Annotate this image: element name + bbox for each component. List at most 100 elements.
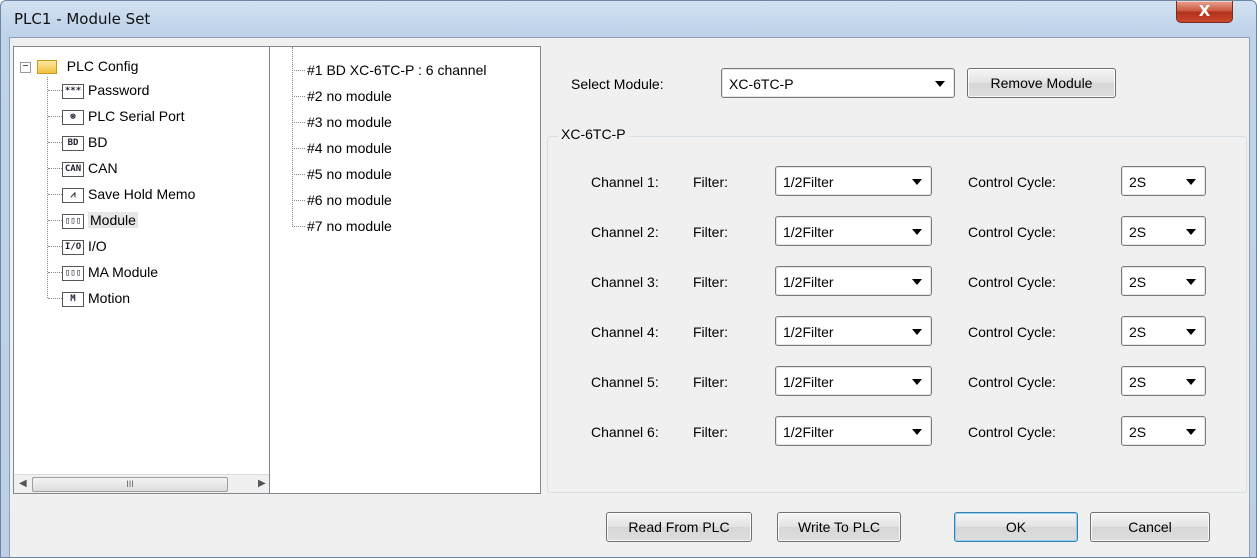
- filter-value: 1/2Filter: [783, 374, 834, 390]
- tree-connector: [292, 174, 305, 175]
- filter-dropdown[interactable]: 1/2Filter: [775, 316, 932, 346]
- chevron-down-icon: [1186, 229, 1196, 235]
- tree-connector: [292, 200, 305, 201]
- tree-connector: [47, 77, 48, 298]
- chevron-down-icon: [912, 179, 922, 185]
- window-title: PLC1 - Module Set: [14, 10, 151, 28]
- filter-label: Filter:: [693, 224, 728, 240]
- control-cycle-dropdown[interactable]: 2S: [1121, 416, 1206, 446]
- scroll-right-icon[interactable]: ▶: [258, 478, 266, 489]
- channel-label: Channel 4:: [591, 324, 659, 340]
- tree-connector: [292, 226, 305, 227]
- chevron-down-icon: [912, 279, 922, 285]
- control-cycle-dropdown[interactable]: 2S: [1121, 166, 1206, 196]
- tree-connector: [48, 246, 62, 247]
- control-cycle-label: Control Cycle:: [968, 274, 1056, 290]
- chevron-down-icon: [1186, 329, 1196, 335]
- ok-button[interactable]: OK: [954, 512, 1078, 542]
- select-module-dropdown[interactable]: XC-6TC-P: [721, 68, 955, 98]
- filter-dropdown[interactable]: 1/2Filter: [775, 216, 932, 246]
- tree-item[interactable]: CAN CAN: [62, 157, 118, 179]
- tree-item[interactable]: BD BD: [62, 131, 107, 153]
- tree-horizontal-scrollbar[interactable]: ◀ III ▶: [14, 474, 272, 493]
- tree-item[interactable]: ▯▯▯ MA Module: [62, 261, 158, 283]
- tree-item-label: Password: [88, 82, 150, 98]
- module-slot-item[interactable]: #3 no module: [307, 111, 392, 133]
- module-set-dialog: PLC1 - Module Set X − PLC Config *** Pass…: [0, 0, 1257, 558]
- channel-label: Channel 5:: [591, 374, 659, 390]
- filter-value: 1/2Filter: [783, 324, 834, 340]
- channel-label: Channel 1:: [591, 174, 659, 190]
- tree-connector: [48, 142, 62, 143]
- control-cycle-value: 2S: [1129, 224, 1147, 240]
- io-icon: I/O: [62, 239, 84, 255]
- channel-label: Channel 6:: [591, 424, 659, 440]
- channel-label: Channel 3:: [591, 274, 659, 290]
- cancel-button[interactable]: Cancel: [1090, 512, 1210, 542]
- group-title: XC-6TC-P: [558, 126, 629, 142]
- tree-connector: [292, 122, 305, 123]
- tree-item[interactable]: ⊛ PLC Serial Port: [62, 105, 184, 127]
- filter-label: Filter:: [693, 424, 728, 440]
- scroll-left-icon[interactable]: ◀: [19, 478, 27, 489]
- read-from-plc-button[interactable]: Read From PLC: [606, 512, 752, 542]
- control-cycle-label: Control Cycle:: [968, 174, 1056, 190]
- tree-item[interactable]: I/O I/O: [62, 235, 107, 257]
- filter-label: Filter:: [693, 174, 728, 190]
- ma-module-icon: ▯▯▯: [62, 265, 84, 281]
- tree-item-label: I/O: [88, 238, 107, 254]
- tree-connector: [48, 116, 62, 117]
- config-tree[interactable]: − PLC Config *** Password ⊛ PLC Serial Port…: [13, 46, 273, 494]
- control-cycle-dropdown[interactable]: 2S: [1121, 266, 1206, 296]
- control-cycle-value: 2S: [1129, 324, 1147, 340]
- channel-label: Channel 2:: [591, 224, 659, 240]
- module-slot-item[interactable]: #5 no module: [307, 163, 392, 185]
- serial-port-icon: ⊛: [62, 109, 84, 125]
- save-hold-memo-icon: ⩘: [62, 187, 84, 203]
- select-module-value: XC-6TC-P: [729, 76, 794, 92]
- module-slot-item[interactable]: #1 BD XC-6TC-P : 6 channel: [307, 59, 487, 81]
- tree-root[interactable]: − PLC Config: [20, 55, 138, 77]
- tree-connector: [292, 47, 293, 225]
- write-to-plc-button[interactable]: Write To PLC: [777, 512, 901, 542]
- tree-item-label: BD: [88, 134, 108, 150]
- tree-item[interactable]: ⩘ Save Hold Memo: [62, 183, 195, 205]
- title-bar: PLC1 - Module Set X: [1, 1, 1256, 37]
- module-slot-item[interactable]: #4 no module: [307, 137, 392, 159]
- control-cycle-dropdown[interactable]: 2S: [1121, 366, 1206, 396]
- chevron-down-icon: [1186, 429, 1196, 435]
- module-slot-item[interactable]: #2 no module: [307, 85, 392, 107]
- folder-icon: [36, 60, 57, 75]
- scroll-thumb[interactable]: III: [32, 477, 228, 492]
- filter-dropdown[interactable]: 1/2Filter: [775, 166, 932, 196]
- can-icon: CAN: [62, 161, 84, 177]
- control-cycle-label: Control Cycle:: [968, 224, 1056, 240]
- tree-item[interactable]: M Motion: [62, 287, 130, 309]
- tree-item-label: Motion: [88, 290, 131, 306]
- chevron-down-icon: [1186, 379, 1196, 385]
- close-button[interactable]: X: [1176, 1, 1233, 23]
- filter-dropdown[interactable]: 1/2Filter: [775, 366, 932, 396]
- module-slot-item[interactable]: #6 no module: [307, 189, 392, 211]
- control-cycle-value: 2S: [1129, 274, 1147, 290]
- control-cycle-dropdown[interactable]: 2S: [1121, 216, 1206, 246]
- module-slot-item[interactable]: #7 no module: [307, 215, 392, 237]
- remove-module-button[interactable]: Remove Module: [967, 68, 1116, 98]
- chevron-down-icon: [912, 429, 922, 435]
- select-module-label: Select Module:: [571, 76, 664, 92]
- bd-icon: BD: [62, 135, 84, 151]
- filter-value: 1/2Filter: [783, 424, 834, 440]
- module-slot-list: #1 BD XC-6TC-P : 6 channel #2 no module #3…: [269, 46, 541, 494]
- control-cycle-dropdown[interactable]: 2S: [1121, 316, 1206, 346]
- collapse-icon[interactable]: −: [20, 61, 31, 73]
- tree-item[interactable]: *** Password: [62, 79, 149, 101]
- filter-dropdown[interactable]: 1/2Filter: [775, 266, 932, 296]
- control-cycle-label: Control Cycle:: [968, 424, 1056, 440]
- tree-connector: [48, 298, 62, 299]
- filter-dropdown[interactable]: 1/2Filter: [775, 416, 932, 446]
- chevron-down-icon: [935, 81, 945, 87]
- control-cycle-value: 2S: [1129, 174, 1147, 190]
- tree-item[interactable]: ▯▯▯ Module: [62, 209, 138, 231]
- tree-connector: [292, 70, 305, 71]
- motion-icon: M: [62, 291, 84, 307]
